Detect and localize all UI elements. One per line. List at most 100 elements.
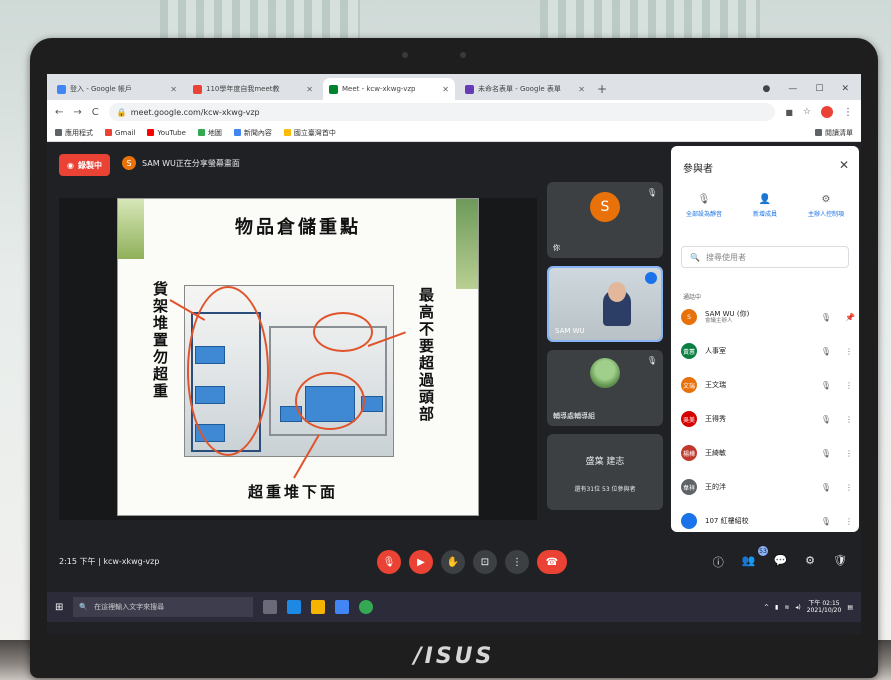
- participant-avatar: 吳美: [681, 411, 697, 427]
- bookmark-item[interactable]: 應用程式: [55, 128, 93, 138]
- browser-tab[interactable]: 未命名表單 - Google 表單 ✕: [459, 78, 591, 100]
- youtube-icon: [147, 129, 155, 136]
- participant-avatar: 黃蕙: [681, 343, 697, 359]
- lock-icon: 🔒: [116, 107, 127, 117]
- participant-row[interactable]: 吳美 王得秀 🎙 ⋮: [681, 406, 853, 432]
- forward-icon[interactable]: →: [73, 107, 81, 118]
- mic-off-icon[interactable]: 🎙: [821, 415, 831, 424]
- participant-search-input[interactable]: 🔍 搜尋使用者: [681, 246, 849, 268]
- system-tray: ^ ▮ ≋ ◂) 下午 02:15 2021/10/20 ▤: [764, 600, 853, 614]
- close-icon[interactable]: ✕: [306, 85, 313, 94]
- chat-icon[interactable]: 💬: [773, 554, 787, 570]
- participant-role: 會議主辦人: [705, 317, 733, 324]
- participant-row[interactable]: 黃蕙 人事室 🎙 ⋮: [681, 338, 853, 364]
- file-explorer-icon[interactable]: [311, 600, 326, 614]
- mic-off-icon[interactable]: 🎙: [821, 517, 831, 526]
- pin-icon[interactable]: 📌: [845, 313, 855, 322]
- taskbar-clock[interactable]: 下午 02:15 2021/10/20: [807, 600, 842, 614]
- edge-icon[interactable]: [287, 600, 302, 614]
- present-button[interactable]: ⊡: [473, 550, 497, 574]
- maximize-icon[interactable]: ☐: [815, 84, 823, 94]
- browser-tab-active[interactable]: Meet - kcw-xkwg-vzp ✕: [323, 78, 455, 100]
- menu-icon[interactable]: ⋮: [843, 107, 853, 118]
- close-icon[interactable]: ✕: [839, 158, 849, 172]
- tray-arrow-icon[interactable]: ^: [764, 604, 769, 611]
- taskbar-search-input[interactable]: 🔍 在這裡輸入文字來搜尋: [73, 597, 254, 617]
- participant-row[interactable]: 楊樺 王綺敏 🎙 ⋮: [681, 440, 853, 466]
- presenting-text: SAM WU正在分享螢幕畫面: [142, 158, 240, 168]
- wifi-icon[interactable]: ≋: [784, 604, 789, 611]
- host-controls-button[interactable]: ⚙ 主辦人控制項: [797, 194, 855, 218]
- bookmark-item[interactable]: 國立臺灣首中: [283, 128, 336, 138]
- windows-start-icon[interactable]: ⊞: [55, 602, 63, 613]
- tab-favicon-icon: [193, 84, 202, 94]
- profile-avatar[interactable]: [821, 106, 833, 118]
- host-shield-icon[interactable]: 🛡: [833, 554, 847, 570]
- profile-dot-icon[interactable]: ●: [763, 84, 771, 94]
- more-options-button[interactable]: ⋮: [505, 550, 529, 574]
- close-icon[interactable]: ✕: [442, 85, 449, 94]
- minimize-icon[interactable]: —: [788, 84, 797, 94]
- new-tab-button[interactable]: +: [597, 82, 607, 96]
- store-icon[interactable]: [335, 600, 350, 614]
- recording-indicator[interactable]: ◉ 錄製中: [59, 154, 110, 176]
- raise-hand-button[interactable]: ✋: [441, 550, 465, 574]
- mic-off-icon[interactable]: 🎙: [821, 313, 831, 322]
- activities-icon[interactable]: ⚙: [805, 554, 815, 570]
- participant-row[interactable]: 107 紅樓紹校 🎙 ⋮: [681, 508, 853, 532]
- mute-all-button[interactable]: 🎙 全部設為靜音: [675, 194, 733, 218]
- more-options-icon[interactable]: ⋮: [845, 347, 853, 356]
- more-options-icon[interactable]: ⋮: [845, 483, 853, 492]
- mic-off-icon: 🎙: [697, 194, 711, 205]
- url-input[interactable]: 🔒 meet.google.com/kcw-xkwg-vzp: [108, 103, 776, 121]
- people-icon[interactable]: 👥: [742, 554, 756, 570]
- mic-off-icon[interactable]: 🎙: [821, 347, 831, 356]
- info-icon[interactable]: ⓘ: [713, 554, 724, 570]
- participant-tile-self[interactable]: S 🎙 你: [547, 182, 663, 258]
- volume-icon[interactable]: ◂): [795, 604, 800, 611]
- close-icon[interactable]: ✕: [578, 85, 585, 94]
- participant-name: 王文瑞: [705, 380, 726, 389]
- tab-label: Meet - kcw-xkwg-vzp: [342, 85, 416, 93]
- battery-icon[interactable]: ▮: [775, 604, 778, 611]
- camera-indicator-icon[interactable]: ■: [785, 108, 793, 117]
- browser-tab[interactable]: 110學年度自我meet教 ✕: [187, 78, 319, 100]
- camera-toggle-button[interactable]: ▶: [409, 550, 433, 574]
- participant-tile-more[interactable]: 盛葉 建志 還有31位 53 位參與者: [547, 434, 663, 510]
- reading-list[interactable]: 閱讀清單: [815, 128, 853, 138]
- participant-row[interactable]: S SAM WU (你) 會議主辦人 🎙 📌: [681, 304, 855, 330]
- close-icon[interactable]: ✕: [170, 85, 177, 94]
- add-people-button[interactable]: 👤 新增成員: [736, 194, 794, 218]
- more-options-icon[interactable]: ⋮: [845, 517, 853, 526]
- mic-toggle-button[interactable]: 🎙: [377, 550, 401, 574]
- bookmark-item[interactable]: 地圖: [197, 128, 222, 138]
- address-bar-row: ← → C 🔒 meet.google.com/kcw-xkwg-vzp ■ ☆…: [47, 100, 861, 124]
- participant-row[interactable]: 韋祥 王的泮 🎙 ⋮: [681, 474, 853, 500]
- more-options-icon[interactable]: ⋮: [845, 449, 853, 458]
- reload-icon[interactable]: C: [92, 107, 99, 118]
- task-view-icon[interactable]: [263, 600, 278, 614]
- leave-call-button[interactable]: ☎: [537, 550, 567, 574]
- mic-off-icon[interactable]: 🎙: [821, 381, 831, 390]
- taskbar-search-placeholder: 在這裡輸入文字來搜尋: [94, 603, 165, 611]
- browser-tab[interactable]: 登入 - Google 帳戶 ✕: [51, 78, 183, 100]
- participant-row[interactable]: 文瑞 王文瑞 🎙 ⋮: [681, 372, 853, 398]
- bookmark-item[interactable]: 新聞內容: [233, 128, 272, 138]
- mic-off-icon[interactable]: 🎙: [821, 483, 831, 492]
- meeting-code: kcw-xkwg-vzp: [103, 557, 160, 566]
- back-icon[interactable]: ←: [55, 107, 63, 118]
- bookmark-item[interactable]: YouTube: [147, 129, 186, 137]
- bookmark-item[interactable]: Gmail: [105, 129, 135, 137]
- slide-title: 物品倉儲重點: [235, 217, 361, 238]
- participant-tile-photo[interactable]: 🎙 輔導處輔導組: [547, 350, 663, 426]
- meeting-info: 2:15 下午 | kcw-xkwg-vzp: [59, 556, 159, 567]
- mic-off-icon[interactable]: 🎙: [821, 449, 831, 458]
- close-window-icon[interactable]: ✕: [841, 84, 849, 94]
- star-icon[interactable]: ☆: [803, 107, 811, 117]
- more-options-icon[interactable]: ⋮: [845, 381, 853, 390]
- notification-icon[interactable]: ▤: [847, 604, 853, 611]
- more-options-icon[interactable]: ⋮: [845, 415, 853, 424]
- tile-name: 你: [553, 244, 560, 252]
- chrome-icon[interactable]: [359, 600, 374, 614]
- participant-tile-video[interactable]: SAM WU: [547, 266, 663, 342]
